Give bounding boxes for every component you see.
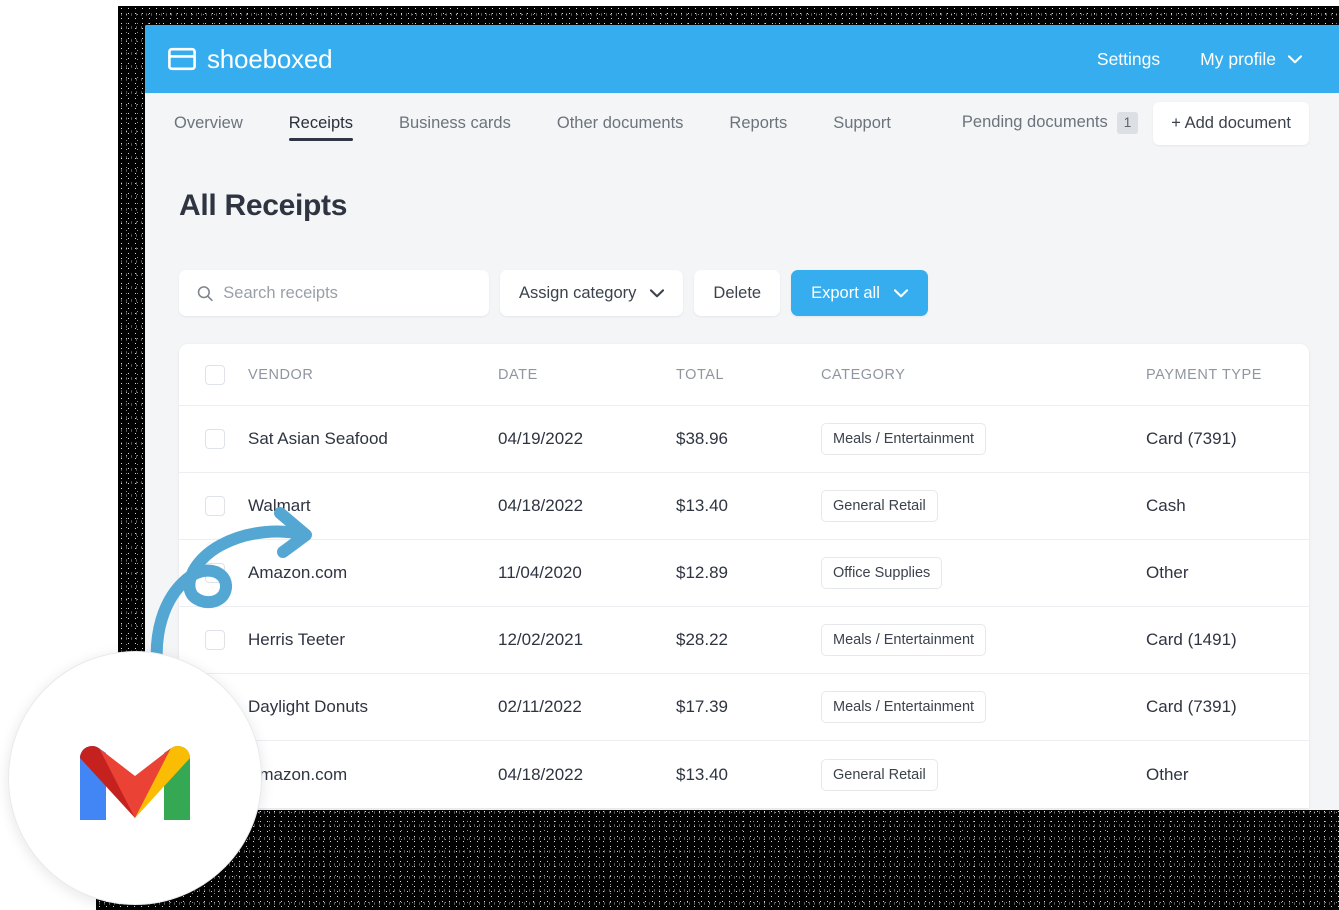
nav-tabs: Overview Receipts Business cards Other d… <box>174 93 914 153</box>
top-bar: shoeboxed Settings My profile <box>145 25 1339 93</box>
pending-documents-badge: 1 <box>1116 112 1139 134</box>
row-checkbox[interactable] <box>205 630 225 650</box>
nav-actions: Pending documents 1 + Add document <box>961 101 1309 145</box>
cell-category: Meals / Entertainment <box>821 423 1146 455</box>
row-select-cell <box>205 429 248 449</box>
screenshot-stage: shoeboxed Settings My profile Overview R… <box>0 0 1339 910</box>
cell-vendor: Daylight Donuts <box>248 697 369 716</box>
cell-date: 11/04/2020 <box>498 563 582 582</box>
assign-category-label: Assign category <box>519 283 637 302</box>
cell-total: $13.40 <box>676 764 728 784</box>
search-field[interactable] <box>179 270 489 316</box>
row-select-cell <box>205 630 248 650</box>
chevron-down-icon <box>1288 54 1302 63</box>
receipts-toolbar: Assign category Delete Export all <box>179 270 1309 316</box>
row-select-cell <box>205 496 248 516</box>
cell-category: Meals / Entertainment <box>821 624 1146 656</box>
cell-total: $28.22 <box>676 630 728 649</box>
search-input[interactable] <box>223 283 489 303</box>
cell-date: 04/18/2022 <box>498 764 584 784</box>
tab-business-cards[interactable]: Business cards <box>376 93 534 153</box>
cell-payment-type: Cash <box>1146 496 1186 515</box>
category-chip[interactable]: Meals / Entertainment <box>821 624 987 656</box>
assign-category-button[interactable]: Assign category <box>500 270 684 316</box>
select-all-checkbox[interactable] <box>205 364 225 385</box>
cell-vendor: Amazon.com <box>248 563 348 582</box>
cell-total: $38.96 <box>676 429 728 448</box>
search-icon <box>197 285 213 301</box>
row-checkbox[interactable] <box>205 429 225 449</box>
cell-category: General Retail <box>821 490 1146 522</box>
table-row[interactable]: Amazon.com 11/04/2020 $12.89 Office Supp… <box>179 540 1309 607</box>
page-body: All Receipts Assign category Delet <box>145 189 1339 808</box>
app-window: shoeboxed Settings My profile Overview R… <box>145 25 1339 810</box>
cell-vendor: Sat Asian Seafood <box>248 429 388 448</box>
page-title: All Receipts <box>179 189 348 222</box>
table-row[interactable]: Herris Teeter 12/02/2021 $28.22 Meals / … <box>179 607 1309 674</box>
row-select-cell <box>205 563 248 583</box>
delete-button[interactable]: Delete <box>694 270 781 316</box>
column-header-category[interactable]: CATEGORY <box>821 367 1146 383</box>
cell-payment-type: Other <box>1146 764 1189 784</box>
tab-overview[interactable]: Overview <box>174 93 266 153</box>
table-row[interactable]: Walmart 04/18/2022 $13.40 General Retail… <box>179 473 1309 540</box>
category-chip[interactable]: General Retail <box>821 758 938 791</box>
select-all-cell <box>205 364 248 385</box>
receipts-table: VENDOR DATE TOTAL CATEGORY PAYMENT TYPE … <box>179 344 1309 808</box>
column-header-vendor[interactable]: VENDOR <box>248 367 498 383</box>
cell-total: $13.40 <box>676 496 728 515</box>
cell-vendor: Amazon.com <box>248 764 348 784</box>
my-profile-menu[interactable]: My profile <box>1200 49 1302 70</box>
my-profile-label: My profile <box>1200 48 1276 69</box>
frame-noise-bottom <box>96 804 1339 910</box>
cell-payment-type: Card (7391) <box>1146 429 1237 448</box>
column-header-total[interactable]: TOTAL <box>676 367 821 383</box>
table-row[interactable]: Sat Asian Seafood 04/19/2022 $38.96 Meal… <box>179 406 1309 473</box>
cell-total: $17.39 <box>676 697 728 716</box>
column-header-date[interactable]: DATE <box>498 367 676 383</box>
export-all-button[interactable]: Export all <box>791 270 928 316</box>
table-row[interactable]: Amazon.com 04/18/2022 $13.40 General Ret… <box>179 741 1309 808</box>
cell-payment-type: Card (1491) <box>1146 630 1237 649</box>
cell-date: 02/11/2022 <box>498 697 582 716</box>
tab-other-documents[interactable]: Other documents <box>534 93 707 153</box>
cell-total: $12.89 <box>676 563 728 582</box>
chevron-down-icon <box>650 288 665 297</box>
tab-receipts[interactable]: Receipts <box>266 93 376 153</box>
column-header-payment-type[interactable]: PAYMENT TYPE <box>1146 367 1309 383</box>
category-chip[interactable]: Office Supplies <box>821 557 943 589</box>
cell-category: Meals / Entertainment <box>821 691 1146 723</box>
row-checkbox[interactable] <box>205 563 225 583</box>
tab-support[interactable]: Support <box>810 93 914 153</box>
cell-date: 04/18/2022 <box>498 496 584 515</box>
add-document-button[interactable]: + Add document <box>1153 101 1309 145</box>
row-checkbox[interactable] <box>205 496 225 516</box>
tab-reports[interactable]: Reports <box>706 93 810 153</box>
cell-category: General Retail <box>821 758 1146 791</box>
cell-date: 12/02/2021 <box>498 630 584 649</box>
shoebox-icon <box>168 47 196 71</box>
nav-bar: Overview Receipts Business cards Other d… <box>145 93 1339 153</box>
cell-category: Office Supplies <box>821 557 1146 589</box>
settings-link[interactable]: Settings <box>1097 49 1160 70</box>
chevron-down-icon <box>893 288 908 297</box>
category-chip[interactable]: Meals / Entertainment <box>821 691 987 723</box>
export-all-label: Export all <box>811 283 880 302</box>
cell-date: 04/19/2022 <box>498 429 584 448</box>
table-row[interactable]: Daylight Donuts 02/11/2022 $17.39 Meals … <box>179 674 1309 741</box>
category-chip[interactable]: Meals / Entertainment <box>821 423 987 455</box>
category-chip[interactable]: General Retail <box>821 490 938 522</box>
cell-vendor: Walmart <box>248 496 311 515</box>
brand-name: shoeboxed <box>207 43 333 74</box>
pending-documents-label: Pending documents <box>961 113 1108 132</box>
cell-payment-type: Other <box>1146 563 1189 582</box>
table-header-row: VENDOR DATE TOTAL CATEGORY PAYMENT TYPE <box>179 344 1309 406</box>
gmail-badge <box>8 651 262 905</box>
pending-documents-link[interactable]: Pending documents 1 <box>961 112 1139 134</box>
cell-payment-type: Card (7391) <box>1146 697 1237 716</box>
cell-vendor: Herris Teeter <box>248 630 345 649</box>
brand-logo[interactable]: shoeboxed <box>168 43 333 75</box>
top-bar-actions: Settings My profile <box>1097 49 1339 70</box>
gmail-icon <box>80 746 190 820</box>
